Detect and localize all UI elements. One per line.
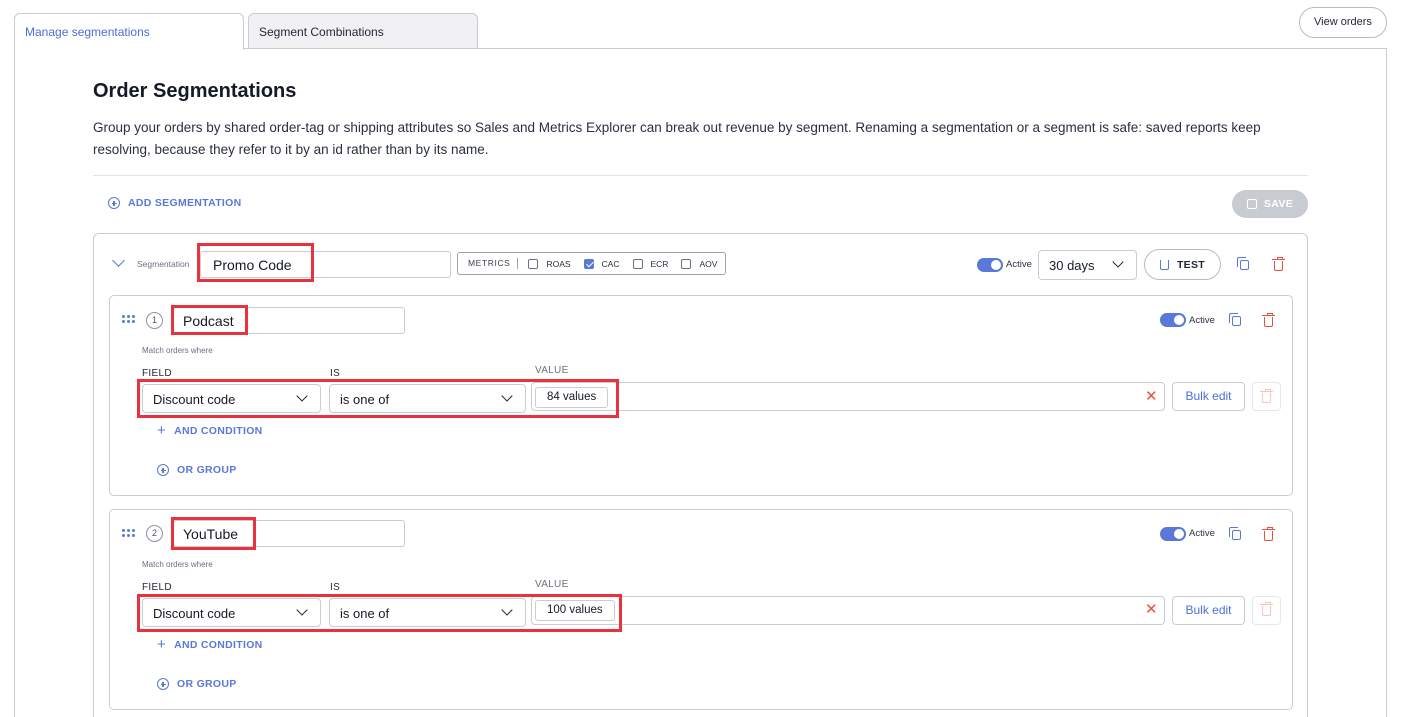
page-description: Group your orders by shared order-tag or… (93, 120, 1261, 157)
metric-label: AOV (699, 258, 718, 269)
checkbox-icon[interactable] (681, 258, 692, 269)
clear-icon[interactable]: ✕ (1145, 600, 1158, 618)
metrics-selector: METRICS ROAS CAC ECR AOV (457, 252, 726, 275)
trash-icon[interactable] (1262, 312, 1275, 327)
highlight-box (171, 517, 256, 550)
plus-circle-icon (108, 197, 120, 209)
or-group-button[interactable]: OR GROUP (157, 678, 237, 690)
trash-icon (1260, 601, 1273, 616)
plus-circle-icon (157, 464, 169, 476)
drag-handle-icon[interactable] (122, 315, 136, 323)
segment-active-toggle[interactable] (1160, 313, 1186, 327)
period-value: 30 days (1049, 258, 1095, 273)
field-column-label: FIELD (142, 368, 172, 379)
duplicate-icon[interactable] (1237, 257, 1249, 270)
drag-handle-icon[interactable] (122, 529, 136, 537)
field-column-label: FIELD (142, 582, 172, 593)
duplicate-icon[interactable] (1229, 527, 1241, 540)
metric-ecr[interactable]: ECR (632, 258, 669, 269)
active-label: Active (1189, 315, 1215, 326)
divider (93, 175, 1308, 176)
metric-label: CAC (601, 258, 620, 269)
match-label: Match orders where (142, 560, 213, 569)
and-condition-label: AND CONDITION (174, 639, 263, 651)
plus-circle-icon (157, 678, 169, 690)
and-condition-button[interactable]: + AND CONDITION (157, 422, 263, 439)
page-title: Order Segmentations (93, 80, 297, 102)
is-column-label: IS (330, 582, 341, 593)
value-input[interactable] (531, 382, 1165, 411)
trash-icon (1260, 388, 1273, 403)
active-label: Active (1189, 528, 1215, 539)
or-group-button[interactable]: OR GROUP (157, 464, 237, 476)
highlight-box (137, 594, 622, 632)
segment-number: 2 (146, 525, 163, 542)
checkbox-icon[interactable] (528, 258, 539, 269)
bulk-edit-button[interactable]: Bulk edit (1172, 382, 1245, 411)
highlight-box (137, 379, 619, 418)
chevron-down-icon (1112, 256, 1124, 268)
metric-label: ROAS (546, 258, 571, 269)
segmentation-active-toggle[interactable] (977, 258, 1003, 272)
view-orders-button[interactable]: View orders (1299, 7, 1387, 38)
metrics-label: METRICS (468, 258, 519, 269)
checkbox-checked-icon[interactable] (583, 258, 594, 269)
save-label: SAVE (1263, 198, 1293, 210)
bulk-edit-button[interactable]: Bulk edit (1172, 596, 1245, 625)
save-button[interactable]: SAVE (1232, 190, 1308, 218)
highlight-box (171, 305, 248, 335)
test-button[interactable]: TEST (1144, 249, 1221, 280)
clear-icon[interactable]: ✕ (1145, 387, 1158, 405)
segmentation-label: Segmentation (137, 259, 190, 269)
plus-icon: + (157, 636, 167, 653)
duplicate-icon[interactable] (1229, 313, 1241, 326)
and-condition-label: AND CONDITION (174, 425, 263, 437)
tab-segment-combinations[interactable]: Segment Combinations (248, 13, 478, 49)
and-condition-button[interactable]: + AND CONDITION (157, 636, 263, 653)
save-icon (1246, 199, 1257, 209)
add-segmentation-button[interactable]: ADD SEGMENTATION (108, 197, 242, 209)
is-column-label: IS (330, 368, 341, 379)
metric-aov[interactable]: AOV (681, 258, 718, 269)
metric-label: ECR (650, 258, 669, 269)
or-group-label: OR GROUP (177, 678, 237, 690)
or-group-label: OR GROUP (177, 464, 237, 476)
test-label: TEST (1176, 258, 1206, 271)
metric-roas[interactable]: ROAS (528, 258, 571, 269)
tab-manage-segmentations[interactable]: Manage segmentations (14, 13, 244, 50)
trash-icon[interactable] (1262, 526, 1275, 541)
value-column-label: VALUE (535, 579, 569, 590)
period-select[interactable]: 30 days (1038, 250, 1137, 280)
value-input[interactable] (531, 596, 1165, 625)
match-label: Match orders where (142, 346, 213, 355)
metric-cac[interactable]: CAC (583, 258, 620, 269)
value-column-label: VALUE (535, 365, 569, 376)
segment-number: 1 (146, 312, 163, 329)
segment-active-toggle[interactable] (1160, 527, 1186, 541)
trash-icon[interactable] (1272, 256, 1285, 271)
checkbox-icon[interactable] (632, 258, 643, 269)
plus-icon: + (157, 422, 167, 439)
active-label: Active (1006, 259, 1032, 270)
flask-icon (1159, 259, 1169, 270)
add-segmentation-label: ADD SEGMENTATION (128, 197, 242, 209)
highlight-box (197, 243, 314, 282)
